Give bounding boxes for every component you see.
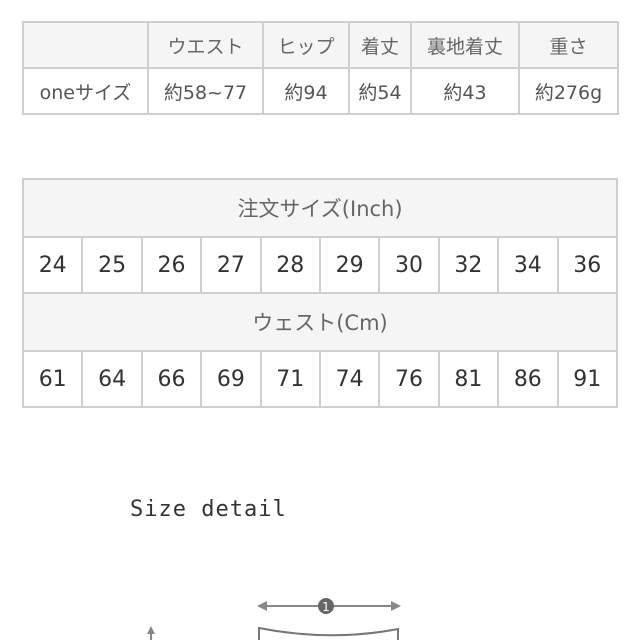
- inch-size-cell: 34: [497, 236, 559, 294]
- size-spec-table: ウエスト ヒップ 着丈 裏地着丈 重さ oneサイズ 約58~77 約94 約5…: [22, 21, 619, 115]
- waist-cm-cell: 64: [81, 350, 143, 408]
- measurement-marker-label: 1: [322, 600, 330, 614]
- waist-cm-cell: 74: [318, 350, 381, 408]
- inch-size-cell: 30: [378, 236, 440, 294]
- spec-header-waist: ウエスト: [147, 21, 264, 69]
- inch-size-row: 24 25 26 27 28 29 30 32 34 36: [21, 236, 619, 294]
- spec-header-lining-length: 裏地着丈: [410, 21, 520, 69]
- waist-cm-row: 61 64 66 69 71 74 76 81 86 91: [21, 350, 619, 408]
- order-size-header-row: 注文サイズ(Inch): [22, 178, 618, 238]
- spec-header-empty: [22, 21, 149, 69]
- inch-size-cell: 32: [437, 236, 500, 294]
- waist-cm-header: ウェスト(Cm): [22, 292, 618, 352]
- waist-cm-cell: 91: [556, 350, 619, 408]
- waist-cm-cell: 81: [437, 350, 500, 408]
- spec-header-hip: ヒップ: [262, 21, 350, 69]
- spec-value-row: oneサイズ 約58~77 約94 約54 約43 約276g: [22, 67, 619, 115]
- order-size-header: 注文サイズ(Inch): [22, 178, 618, 238]
- waist-cm-cell: 61: [21, 350, 84, 408]
- spec-header-weight: 重さ: [518, 21, 619, 69]
- size-conversion-table: 注文サイズ(Inch) 24 25 26 27 28 29 30 32 34 3…: [21, 178, 619, 408]
- waist-cm-cell: 86: [497, 350, 559, 408]
- inch-size-cell: 26: [140, 236, 203, 294]
- spec-lining-length-value: 約43: [410, 67, 520, 115]
- inch-size-cell: 25: [81, 236, 143, 294]
- spec-header-row: ウエスト ヒップ 着丈 裏地着丈 重さ: [22, 21, 619, 69]
- size-diagram: 1: [147, 598, 401, 640]
- inch-size-cell: 24: [21, 236, 84, 294]
- spec-waist-value: 約58~77: [147, 67, 264, 115]
- waist-cm-cell: 71: [259, 350, 321, 408]
- waist-cm-cell: 66: [140, 350, 203, 408]
- inch-size-cell: 29: [318, 236, 381, 294]
- inch-size-cell: 27: [200, 236, 262, 294]
- spec-length-value: 約54: [348, 67, 412, 115]
- waist-cm-cell: 69: [200, 350, 262, 408]
- waist-cm-header-row: ウェスト(Cm): [22, 292, 618, 352]
- garment-outline: [258, 626, 399, 640]
- inch-size-cell: 28: [259, 236, 321, 294]
- spec-weight-value: 約276g: [518, 67, 619, 115]
- inch-size-cell: 36: [556, 236, 619, 294]
- height-arrow-icon: [147, 626, 155, 640]
- spec-header-length: 着丈: [348, 21, 412, 69]
- spec-size-label: oneサイズ: [22, 67, 149, 115]
- waist-cm-cell: 76: [378, 350, 440, 408]
- size-detail-title: Size detail: [130, 497, 287, 522]
- spec-hip-value: 約94: [262, 67, 350, 115]
